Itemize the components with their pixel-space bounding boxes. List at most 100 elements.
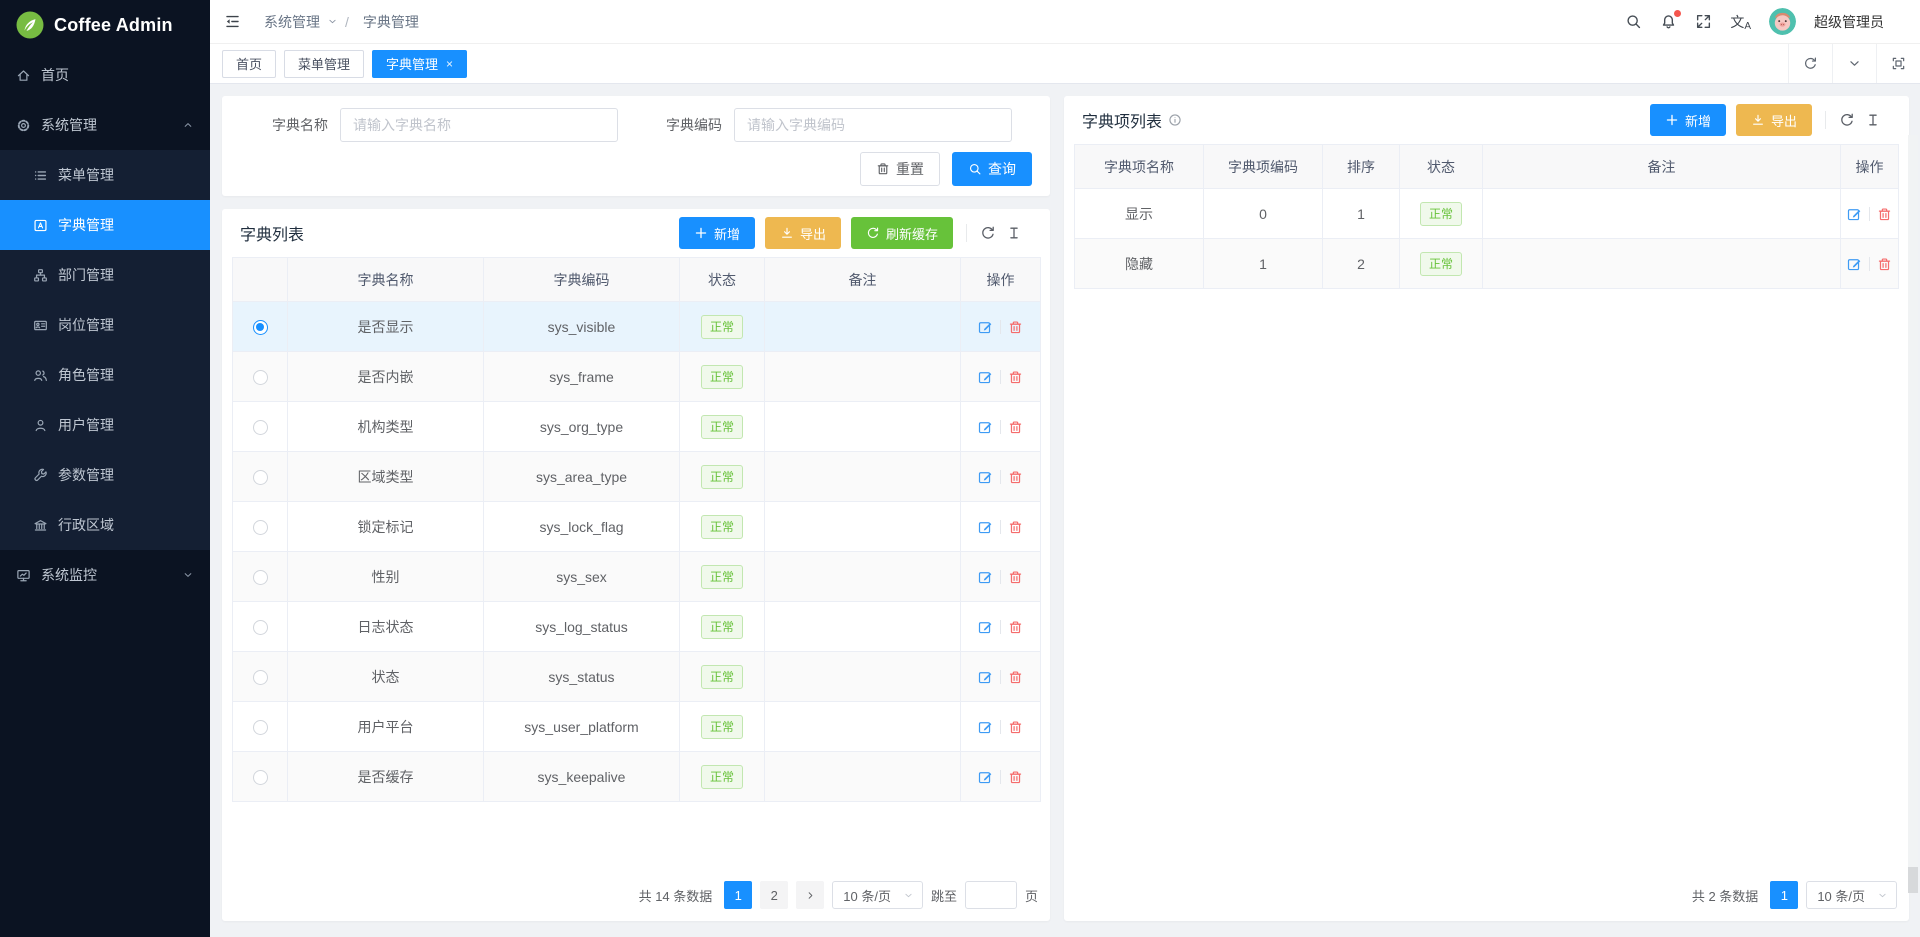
table-row[interactable]: 用户平台 sys_user_platform 正常 xyxy=(233,702,1041,752)
table-row[interactable]: 区域类型 sys_area_type 正常 xyxy=(233,452,1041,502)
page-button[interactable]: 1 xyxy=(724,881,752,909)
scrollbar-track[interactable] xyxy=(1908,135,1918,893)
sidebar-item-label: 参数管理 xyxy=(58,465,114,485)
delete-icon[interactable] xyxy=(1008,670,1023,685)
row-radio[interactable] xyxy=(253,720,268,735)
delete-icon[interactable] xyxy=(1008,770,1023,785)
tab-active[interactable]: 字典管理 × xyxy=(372,50,467,78)
delete-icon[interactable] xyxy=(1008,370,1023,385)
delete-icon[interactable] xyxy=(1008,470,1023,485)
user-name[interactable]: 超级管理员 xyxy=(1814,12,1884,32)
delete-icon[interactable] xyxy=(1877,257,1892,272)
dict-code-input[interactable] xyxy=(734,108,1012,142)
page-button[interactable]: 1 xyxy=(1770,881,1798,909)
close-tab-icon[interactable]: × xyxy=(446,57,453,71)
tab-menu-chevron-icon[interactable] xyxy=(1832,44,1876,83)
maximize-content-icon[interactable] xyxy=(1876,44,1920,83)
delete-icon[interactable] xyxy=(1877,207,1892,222)
row-height-icon[interactable] xyxy=(1865,112,1881,128)
delete-icon[interactable] xyxy=(1008,520,1023,535)
row-radio[interactable] xyxy=(253,320,268,335)
tab-item[interactable]: 首页 xyxy=(222,50,276,78)
edit-icon[interactable] xyxy=(978,620,993,635)
row-radio[interactable] xyxy=(253,620,268,635)
sidebar-item[interactable]: 系统管理 xyxy=(0,100,210,150)
edit-icon[interactable] xyxy=(978,770,993,785)
edit-icon[interactable] xyxy=(978,370,993,385)
item-card-title-text: 字典项列表 xyxy=(1082,108,1162,132)
scrollbar-thumb[interactable] xyxy=(1908,867,1918,893)
export-item-button[interactable]: 导出 xyxy=(1736,104,1812,136)
edit-icon[interactable] xyxy=(978,720,993,735)
tab-item[interactable]: 菜单管理 xyxy=(284,50,364,78)
sidebar-item[interactable]: 岗位管理 xyxy=(0,300,210,350)
row-radio[interactable] xyxy=(253,570,268,585)
table-row[interactable]: 隐藏 1 2 正常 xyxy=(1075,239,1899,289)
add-dict-button[interactable]: 新增 xyxy=(679,217,755,249)
row-radio[interactable] xyxy=(253,770,268,785)
sidebar-item[interactable]: 用户管理 xyxy=(0,400,210,450)
sidebar-item[interactable]: 部门管理 xyxy=(0,250,210,300)
table-row[interactable]: 是否内嵌 sys_frame 正常 xyxy=(233,352,1041,402)
column-header: 状态 xyxy=(680,258,765,302)
row-radio[interactable] xyxy=(253,370,268,385)
row-radio[interactable] xyxy=(253,520,268,535)
edit-icon[interactable] xyxy=(978,420,993,435)
sidebar-item[interactable]: 系统监控 xyxy=(0,550,210,600)
next-page-button[interactable] xyxy=(796,881,824,909)
delete-icon[interactable] xyxy=(1008,420,1023,435)
edit-icon[interactable] xyxy=(978,320,993,335)
delete-icon[interactable] xyxy=(1008,320,1023,335)
sidebar-item[interactable]: 菜单管理 xyxy=(0,150,210,200)
language-icon[interactable]: 文A xyxy=(1730,12,1751,32)
breadcrumb-parent[interactable]: 系统管理 xyxy=(264,12,320,32)
add-item-button[interactable]: 新增 xyxy=(1650,104,1726,136)
edit-icon[interactable] xyxy=(978,470,993,485)
refresh-table-icon[interactable] xyxy=(1839,112,1855,128)
search-icon[interactable] xyxy=(1625,13,1642,30)
query-button[interactable]: 查询 xyxy=(952,152,1032,186)
edit-icon[interactable] xyxy=(978,670,993,685)
delete-icon[interactable] xyxy=(1008,720,1023,735)
refresh-table-icon[interactable] xyxy=(980,225,996,241)
edit-icon[interactable] xyxy=(978,570,993,585)
row-height-icon[interactable] xyxy=(1006,225,1022,241)
sidebar-item[interactable]: 字典管理 xyxy=(0,200,210,250)
delete-icon[interactable] xyxy=(1008,620,1023,635)
table-row[interactable]: 是否缓存 sys_keepalive 正常 xyxy=(233,752,1041,802)
row-radio[interactable] xyxy=(253,470,268,485)
reset-button[interactable]: 重置 xyxy=(860,152,940,186)
page-size-select[interactable]: 10 条/页 xyxy=(1806,881,1897,909)
table-row[interactable]: 性别 sys_sex 正常 xyxy=(233,552,1041,602)
row-radio[interactable] xyxy=(253,670,268,685)
page-size-select[interactable]: 10 条/页 xyxy=(832,881,923,909)
info-icon[interactable] xyxy=(1168,113,1182,127)
avatar[interactable] xyxy=(1769,8,1796,35)
sidebar-item[interactable]: 行政区域 xyxy=(0,500,210,550)
table-row[interactable]: 机构类型 sys_org_type 正常 xyxy=(233,402,1041,452)
edit-icon[interactable] xyxy=(1847,207,1862,222)
sidebar-item[interactable]: 首页 xyxy=(0,50,210,100)
fullscreen-icon[interactable] xyxy=(1695,13,1712,30)
edit-icon[interactable] xyxy=(978,520,993,535)
jump-page-input[interactable] xyxy=(965,881,1017,909)
refresh-page-icon[interactable] xyxy=(1788,44,1832,83)
table-row[interactable]: 日志状态 sys_log_status 正常 xyxy=(233,602,1041,652)
export-dict-button[interactable]: 导出 xyxy=(765,217,841,249)
table-row[interactable]: 状态 sys_status 正常 xyxy=(233,652,1041,702)
sidebar-item[interactable]: 参数管理 xyxy=(0,450,210,500)
table-row[interactable]: 显示 0 1 正常 xyxy=(1075,189,1899,239)
page-button[interactable]: 2 xyxy=(760,881,788,909)
remark-cell xyxy=(765,352,961,402)
delete-icon[interactable] xyxy=(1008,570,1023,585)
row-radio[interactable] xyxy=(253,420,268,435)
refresh-cache-button[interactable]: 刷新缓存 xyxy=(851,217,953,249)
table-row[interactable]: 锁定标记 sys_lock_flag 正常 xyxy=(233,502,1041,552)
logo[interactable]: Coffee Admin xyxy=(0,0,210,50)
sidebar-item[interactable]: 角色管理 xyxy=(0,350,210,400)
dict-name-input[interactable] xyxy=(340,108,618,142)
table-row[interactable]: 是否显示 sys_visible 正常 xyxy=(233,302,1041,352)
edit-icon[interactable] xyxy=(1847,257,1862,272)
collapse-sidebar-icon[interactable] xyxy=(224,13,241,30)
notifications-button[interactable] xyxy=(1660,13,1677,30)
